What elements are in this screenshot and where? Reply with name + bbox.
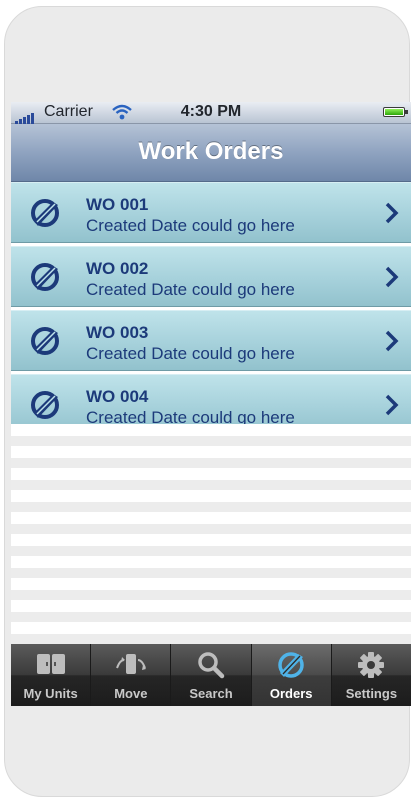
tab-label: Settings xyxy=(345,686,398,701)
chevron-right-icon xyxy=(385,394,399,416)
status-bar: Carrier 4:30 PM xyxy=(11,102,411,125)
tab-bar: My Units Move Search Orders Settings xyxy=(11,644,411,706)
empty-list-area xyxy=(11,424,411,644)
tab-label: My Units xyxy=(23,686,78,701)
work-order-list: WO 001 Created Date could go here WO 002… xyxy=(11,182,411,438)
work-order-icon xyxy=(31,199,59,227)
work-order-icon xyxy=(31,263,59,291)
tab-orders[interactable]: Orders xyxy=(251,644,332,706)
work-order-title: WO 002 xyxy=(86,259,149,278)
chevron-right-icon xyxy=(385,266,399,288)
tab-settings[interactable]: Settings xyxy=(332,644,411,706)
chevron-right-icon xyxy=(385,202,399,224)
units-icon xyxy=(36,654,65,674)
navigation-bar: Work Orders xyxy=(11,124,411,182)
tab-label: Orders xyxy=(269,686,313,701)
app-screen: Carrier 4:30 PM Work Orders WO 001 Creat… xyxy=(11,102,411,706)
work-order-icon xyxy=(31,391,59,419)
work-order-row[interactable]: WO 001 Created Date could go here xyxy=(11,182,411,243)
tab-label: Move xyxy=(114,686,148,701)
status-time: 4:30 PM xyxy=(180,103,242,120)
tab-label: Search xyxy=(189,686,233,701)
work-order-row[interactable]: WO 003 Created Date could go here xyxy=(11,310,411,371)
search-icon xyxy=(198,652,225,679)
move-icon xyxy=(115,654,146,674)
tab-search[interactable]: Search xyxy=(171,644,252,706)
chevron-right-icon xyxy=(385,330,399,352)
gear-icon xyxy=(358,652,385,678)
tab-my-units[interactable]: My Units xyxy=(11,644,92,706)
orders-icon xyxy=(278,652,304,678)
work-order-title: WO 003 xyxy=(86,323,149,342)
battery-icon xyxy=(383,107,408,117)
work-order-created-date: Created Date could go here xyxy=(86,344,295,363)
work-order-icon xyxy=(31,327,59,355)
work-order-title: WO 001 xyxy=(86,195,149,214)
work-order-row[interactable]: WO 002 Created Date could go here xyxy=(11,246,411,307)
work-order-created-date: Created Date could go here xyxy=(86,216,295,235)
page-title: Work Orders xyxy=(138,138,284,165)
work-order-title: WO 004 xyxy=(86,387,149,406)
work-order-created-date: Created Date could go here xyxy=(86,280,295,299)
tab-move[interactable]: Move xyxy=(91,644,172,706)
